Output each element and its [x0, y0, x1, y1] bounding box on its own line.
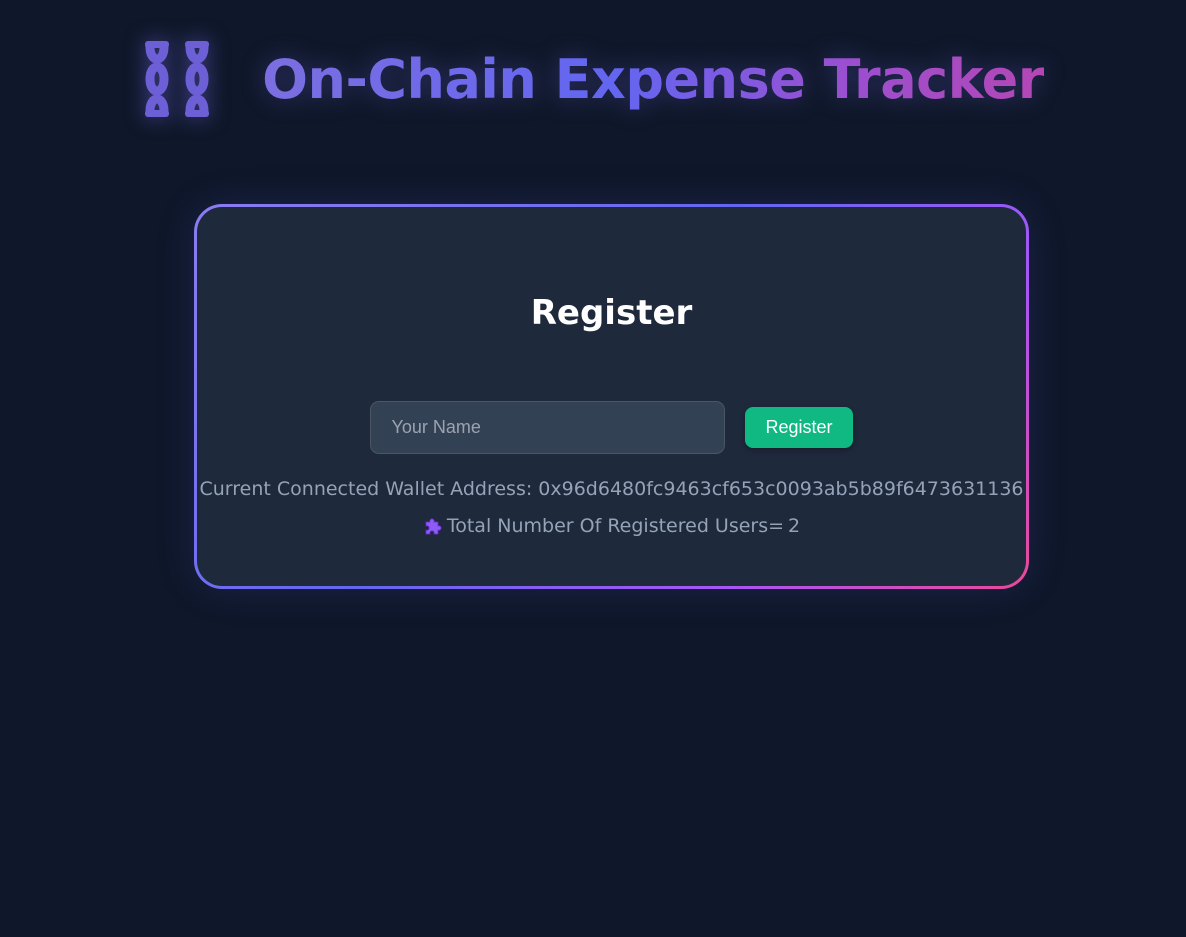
puzzle-piece-icon: [425, 518, 442, 535]
name-input[interactable]: [370, 401, 726, 454]
wallet-address-label: Current Connected Wallet Address:: [199, 478, 539, 500]
registered-users-count: 2: [788, 515, 801, 537]
register-card-body: Register Register Current Connected Wall…: [197, 207, 1026, 586]
wallet-address-value: 0x96d6480fc9463cf653c0093ab5b89f64736311…: [538, 478, 1024, 500]
register-heading: Register: [530, 293, 693, 333]
register-form: Register: [197, 401, 1026, 454]
chain-link-icon: [145, 41, 210, 117]
registered-users-line: Total Number Of Registered Users= 2: [197, 515, 1026, 537]
register-button[interactable]: Register: [745, 407, 853, 448]
registered-users-label: Total Number Of Registered Users=: [446, 515, 785, 537]
app-header: On-Chain Expense Tracker: [0, 36, 1186, 122]
register-card: Register Register Current Connected Wall…: [194, 204, 1029, 589]
page: On-Chain Expense Tracker Register Regist…: [0, 0, 1186, 937]
wallet-address-line: Current Connected Wallet Address: 0x96d6…: [197, 478, 1026, 500]
app-title: On-Chain Expense Tracker: [262, 47, 1044, 111]
